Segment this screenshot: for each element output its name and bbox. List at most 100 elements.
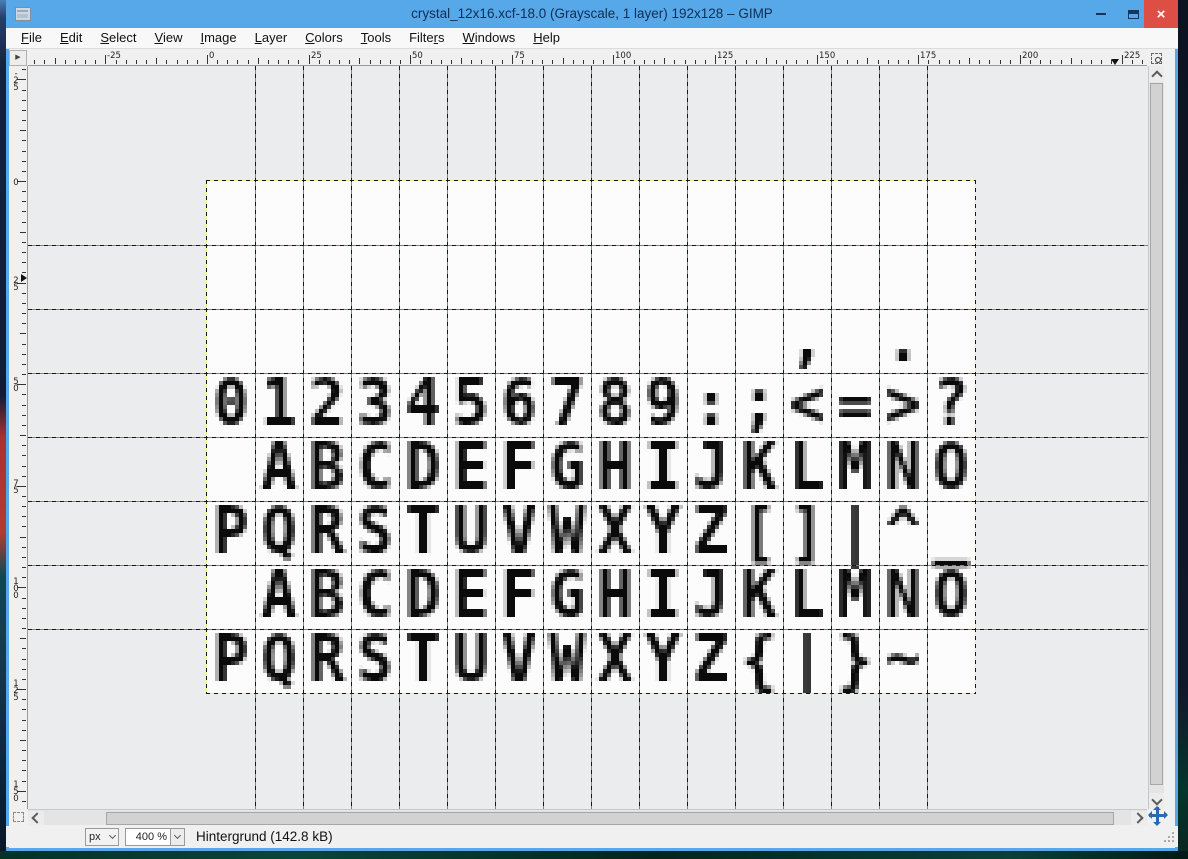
- ruler-tick: [22, 110, 26, 111]
- resize-grip[interactable]: [1164, 832, 1174, 842]
- chevron-down-icon: [174, 832, 181, 839]
- ruler-tick: [22, 211, 26, 212]
- chevron-left-icon: [31, 812, 42, 823]
- ruler-tick: [1071, 58, 1072, 64]
- minimize-button[interactable]: [1086, 0, 1116, 28]
- horizontal-scrollbar[interactable]: [28, 809, 1147, 825]
- menu-item-image[interactable]: Image: [191, 28, 245, 49]
- unit-dropdown[interactable]: px: [85, 828, 119, 846]
- menu-item-colors[interactable]: Colors: [296, 28, 352, 49]
- menu-item-file[interactable]: File: [12, 28, 51, 49]
- ruler-tick: [22, 405, 26, 406]
- horizontal-ruler[interactable]: -250255075100125150175200225: [28, 50, 1147, 66]
- ruler-tick: [166, 60, 167, 64]
- ruler-tick: [441, 60, 442, 64]
- ruler-tick: [22, 323, 26, 324]
- ruler-tick: [217, 60, 218, 64]
- ruler-tick: [177, 60, 178, 64]
- zoom-follow-window-toggle[interactable]: [1148, 50, 1164, 66]
- ruler-tick: [481, 60, 482, 64]
- guide-horizontal[interactable]: [28, 309, 1148, 310]
- vertical-ruler[interactable]: - 2 502 55 07 51 0 01 2 51 5 0: [9, 66, 28, 809]
- ruler-tick: [22, 547, 26, 548]
- ruler-tick: [22, 344, 26, 345]
- guide-horizontal[interactable]: [28, 565, 1148, 566]
- ruler-tick: [22, 90, 26, 91]
- ruler-tick: [552, 60, 553, 64]
- ruler-tick: [22, 69, 26, 70]
- menu-item-help[interactable]: Help: [524, 28, 569, 49]
- ruler-tick: [22, 120, 26, 121]
- ruler-tick: [22, 801, 26, 802]
- ruler-tick: [22, 567, 26, 568]
- ruler-label: 100: [615, 51, 631, 61]
- ruler-label: -25: [107, 51, 121, 61]
- ruler-tick: [22, 760, 26, 761]
- title-bar[interactable]: crystal_12x16.xcf-18.0 (Grayscale, 1 lay…: [6, 0, 1178, 28]
- menu-item-layer[interactable]: Layer: [246, 28, 297, 49]
- ruler-tick: [664, 58, 665, 64]
- ruler-tick: [1061, 60, 1062, 64]
- ruler-tick: [969, 58, 970, 64]
- vertical-scroll-thumb[interactable]: [1150, 83, 1163, 785]
- canvas-viewport[interactable]: [28, 66, 1148, 809]
- ruler-tick: [298, 60, 299, 64]
- ruler-tick: [22, 750, 26, 751]
- ruler-tick: [1142, 60, 1143, 64]
- ruler-tick: [867, 58, 868, 64]
- vertical-scrollbar[interactable]: [1148, 66, 1164, 809]
- ruler-tick: [979, 60, 980, 64]
- ruler-tick: [1122, 55, 1123, 64]
- ruler-tick: [451, 60, 452, 64]
- window-border-right: [1175, 0, 1178, 851]
- menu-item-edit[interactable]: Edit: [51, 28, 91, 49]
- ruler-tick: [20, 333, 26, 334]
- guide-horizontal[interactable]: [28, 373, 1148, 374]
- scroll-left-button[interactable]: [28, 811, 44, 825]
- ruler-tick: [766, 58, 767, 64]
- quick-mask-toggle[interactable]: [9, 809, 27, 825]
- window-border-bottom: [6, 848, 1178, 851]
- zoom-level-field[interactable]: 400 %: [125, 828, 171, 846]
- menu-item-tools[interactable]: Tools: [352, 28, 400, 49]
- horizontal-scroll-thumb[interactable]: [106, 812, 1114, 825]
- guide-horizontal[interactable]: [28, 629, 1148, 630]
- ruler-tick: [22, 720, 26, 721]
- ruler-tick: [776, 60, 777, 64]
- ruler-label: 75: [514, 51, 525, 61]
- guide-horizontal[interactable]: [28, 501, 1148, 502]
- ruler-tick: [989, 60, 990, 64]
- menu-item-windows[interactable]: Windows: [454, 28, 525, 49]
- ruler-tick: [22, 781, 26, 782]
- guide-horizontal[interactable]: [28, 437, 1148, 438]
- ruler-label: 0: [209, 51, 214, 61]
- ruler-tick: [22, 526, 26, 527]
- ruler-tick: [939, 60, 940, 64]
- ruler-tick: [735, 60, 736, 64]
- ruler-tick: [674, 60, 675, 64]
- zoom-dropdown-button[interactable]: [170, 828, 185, 846]
- ruler-tick: [400, 60, 401, 64]
- ruler-tick: [22, 354, 26, 355]
- ruler-tick: [359, 58, 360, 64]
- menu-item-view[interactable]: View: [146, 28, 192, 49]
- ruler-tick: [583, 60, 584, 64]
- close-button[interactable]: ×: [1144, 0, 1178, 28]
- unit-dropdown-value: px: [89, 831, 101, 843]
- menu-item-filters[interactable]: Filters: [400, 28, 453, 49]
- ruler-tick: [898, 60, 899, 64]
- ruler-tick: [888, 60, 889, 64]
- ruler-tick: [22, 445, 26, 446]
- ruler-tick: [20, 537, 26, 538]
- menu-item-select[interactable]: Select: [91, 28, 145, 49]
- ruler-label: 0: [10, 180, 22, 187]
- scroll-up-button[interactable]: [1149, 66, 1164, 82]
- ruler-tick: [532, 60, 533, 64]
- ruler-tick: [22, 709, 26, 710]
- navigation-preview-button[interactable]: [1147, 805, 1169, 827]
- guide-horizontal[interactable]: [28, 245, 1148, 246]
- ruler-tick: [22, 262, 26, 263]
- ruler-corner-menu-button[interactable]: ▶: [9, 50, 27, 66]
- close-icon: ×: [1157, 6, 1166, 23]
- ruler-tick: [75, 60, 76, 64]
